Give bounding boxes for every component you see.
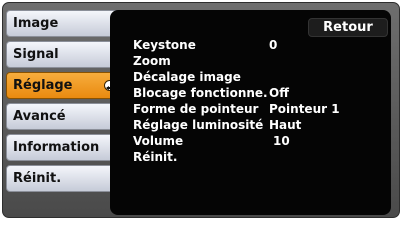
sidebar-item-reinit[interactable]: Réinit.	[6, 165, 123, 192]
menu-row-label: Forme de pointeur	[133, 102, 259, 116]
sidebar-item-label: Image	[13, 16, 59, 31]
menu-row-label: Décalage image	[133, 70, 241, 84]
menu-row-decalage-image[interactable]: Décalage image	[133, 70, 381, 85]
menu-row-zoom[interactable]: Zoom	[133, 54, 381, 69]
settings-panel: Retour Keystone 0 Zoom Décalage image Bl…	[110, 10, 391, 215]
sidebar-item-information[interactable]: Information	[6, 134, 123, 161]
menu-row-forme-pointeur[interactable]: Forme de pointeur Pointeur 1	[133, 102, 381, 117]
sidebar-item-reglage[interactable]: Réglage	[6, 72, 123, 99]
sidebar-item-label: Réinit.	[13, 171, 62, 186]
menu-row-value: Haut	[269, 118, 302, 132]
menu-row-label: Réinit.	[133, 150, 178, 164]
sidebar-item-image[interactable]: Image	[6, 10, 123, 37]
sidebar-item-label: Signal	[13, 47, 59, 62]
menu-row-label: Volume	[133, 134, 184, 148]
sidebar-item-label: Information	[13, 140, 100, 155]
back-button[interactable]: Retour	[308, 18, 388, 37]
sidebar: Image Signal Réglage Avancé Information …	[6, 10, 123, 196]
menu-row-volume[interactable]: Volume 10	[133, 134, 381, 149]
sidebar-item-signal[interactable]: Signal	[6, 41, 123, 68]
menu-row-value: Off	[269, 86, 289, 100]
sidebar-item-label: Avancé	[13, 109, 66, 124]
sidebar-item-avance[interactable]: Avancé	[6, 103, 123, 130]
menu-row-reinit[interactable]: Réinit.	[133, 150, 381, 165]
menu-frame: Image Signal Réglage Avancé Information …	[2, 2, 400, 218]
menu-row-value: 0	[269, 38, 278, 52]
menu-row-value: Pointeur 1	[269, 102, 340, 116]
menu-row-label: Zoom	[133, 54, 171, 68]
menu-row-label: Keystone	[133, 38, 196, 52]
sidebar-item-label: Réglage	[13, 78, 73, 93]
menu-row-reglage-luminosite[interactable]: Réglage luminosité Haut	[133, 118, 381, 133]
menu-row-keystone[interactable]: Keystone 0	[133, 38, 381, 53]
menu-row-label: Blocage fonctionne.	[133, 86, 268, 100]
projector-menu: Image Signal Réglage Avancé Information …	[0, 0, 404, 221]
menu-row-blocage-fonctionne[interactable]: Blocage fonctionne. Off	[133, 86, 381, 101]
menu-row-label: Réglage luminosité	[133, 118, 264, 132]
menu-row-value: 10	[273, 134, 290, 148]
